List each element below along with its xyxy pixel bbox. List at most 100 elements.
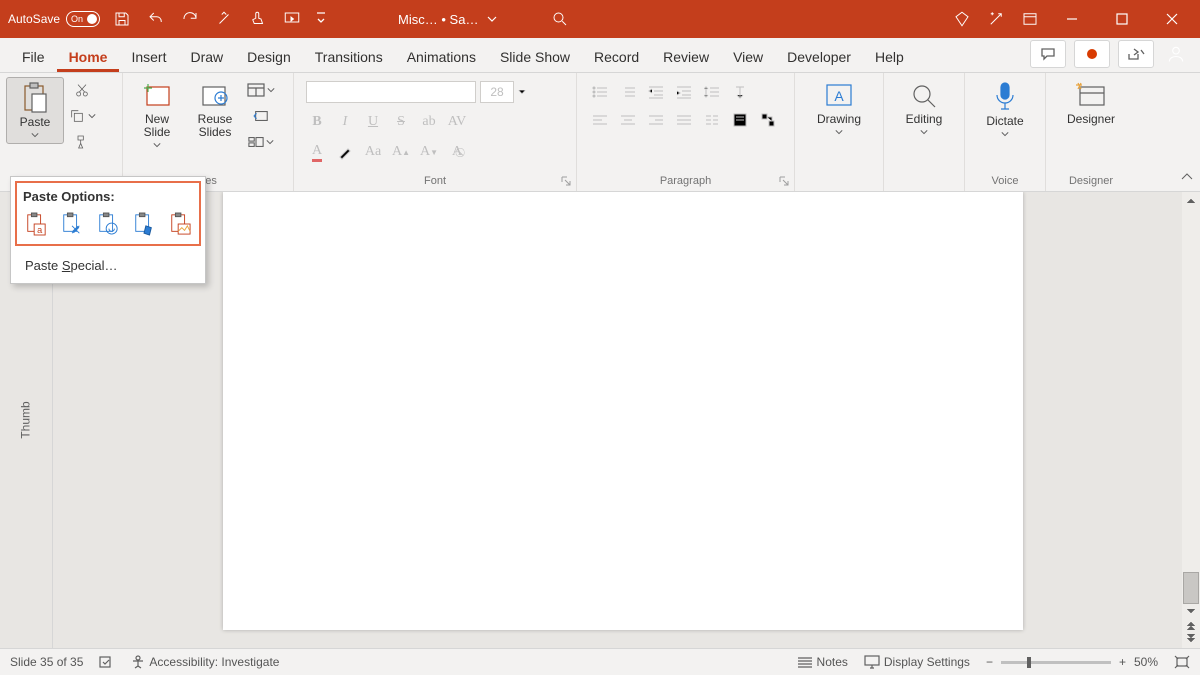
line-spacing-icon[interactable]	[701, 81, 723, 103]
undo-icon[interactable]	[144, 7, 168, 31]
paste-button[interactable]: Paste	[6, 77, 64, 144]
highlight-icon[interactable]	[334, 141, 356, 163]
dictate-button[interactable]: Dictate	[977, 77, 1033, 142]
paste-special-item[interactable]: Paste Special…	[11, 250, 205, 281]
tab-developer[interactable]: Developer	[775, 41, 863, 72]
numbering-icon[interactable]	[617, 81, 639, 103]
drawing-button[interactable]: A Drawing	[811, 77, 867, 140]
tab-insert[interactable]: Insert	[119, 41, 178, 72]
smartart-icon[interactable]	[757, 109, 779, 131]
autosave-switch[interactable]: On	[66, 11, 100, 27]
tab-view[interactable]: View	[721, 41, 775, 72]
next-slide-icon[interactable]	[1184, 632, 1198, 646]
present-icon[interactable]	[280, 7, 304, 31]
display-settings-button[interactable]: Display Settings	[864, 655, 970, 669]
redo-icon[interactable]	[178, 7, 202, 31]
indent-left-icon[interactable]	[645, 81, 667, 103]
slide-counter[interactable]: Slide 35 of 35	[10, 655, 83, 669]
underline-icon[interactable]: U	[362, 111, 384, 133]
share-button[interactable]	[1118, 40, 1154, 68]
magic-icon[interactable]	[984, 7, 1008, 31]
designer-button[interactable]: Designer	[1063, 77, 1119, 130]
tab-transitions[interactable]: Transitions	[303, 41, 395, 72]
dialog-launcher-icon[interactable]	[778, 175, 790, 187]
tab-record[interactable]: Record	[582, 41, 651, 72]
zoom-slider[interactable]	[1001, 661, 1111, 664]
diamond-icon[interactable]	[950, 7, 974, 31]
zoom-control[interactable]: − + 50%	[986, 655, 1158, 669]
fit-slide-icon[interactable]	[1174, 655, 1190, 669]
slide-canvas[interactable]	[223, 192, 1023, 630]
section-icon[interactable]	[247, 131, 275, 153]
prev-slide-icon[interactable]	[1184, 618, 1198, 632]
paste-keep-source-icon[interactable]: a	[25, 212, 47, 236]
comments-button[interactable]	[1030, 40, 1066, 68]
strike-icon[interactable]: S	[390, 111, 412, 133]
align-right-icon[interactable]	[645, 109, 667, 131]
indent-right-icon[interactable]	[673, 81, 695, 103]
scroll-down-icon[interactable]	[1184, 604, 1198, 618]
tab-animations[interactable]: Animations	[395, 41, 488, 72]
scrollbar-thumb[interactable]	[1183, 572, 1199, 604]
change-case-icon[interactable]: Aa	[362, 141, 384, 163]
qat-more-icon[interactable]	[314, 7, 328, 31]
reset-icon[interactable]	[247, 105, 275, 127]
char-spacing-icon[interactable]: AV	[446, 111, 468, 133]
autosave-toggle[interactable]: AutoSave On	[8, 11, 100, 27]
font-size-input[interactable]	[480, 81, 514, 103]
cut-icon[interactable]	[68, 79, 96, 101]
spellcheck-icon[interactable]	[99, 655, 115, 669]
tab-draw[interactable]: Draw	[178, 41, 235, 72]
maximize-button[interactable]	[1102, 0, 1142, 38]
columns-icon[interactable]	[701, 109, 723, 131]
layout-icon[interactable]	[247, 79, 275, 101]
accessibility-status[interactable]: Accessibility: Investigate	[131, 655, 279, 669]
document-title[interactable]: Misc… • Sa…	[398, 12, 498, 27]
tab-home[interactable]: Home	[57, 41, 120, 72]
tab-help[interactable]: Help	[863, 41, 916, 72]
tab-slideshow[interactable]: Slide Show	[488, 41, 582, 72]
ribbon-mode-icon[interactable]	[1018, 7, 1042, 31]
zoom-out-icon[interactable]: −	[986, 655, 993, 669]
italic-icon[interactable]: I	[334, 111, 356, 133]
format-painter-icon[interactable]	[68, 131, 96, 153]
copy-icon[interactable]	[68, 105, 96, 127]
zoom-in-icon[interactable]: +	[1119, 655, 1126, 669]
notes-button[interactable]: Notes	[797, 655, 848, 669]
new-slide-button[interactable]: New Slide	[129, 77, 185, 153]
collapse-ribbon-icon[interactable]	[1180, 170, 1194, 187]
close-button[interactable]	[1152, 0, 1192, 38]
align-text-icon[interactable]	[729, 109, 751, 131]
zoom-level[interactable]: 50%	[1134, 655, 1158, 669]
account-icon[interactable]	[1162, 42, 1190, 66]
bold-icon[interactable]: B	[306, 111, 328, 133]
reuse-slides-button[interactable]: Reuse Slides	[187, 77, 243, 143]
paste-use-dest-icon[interactable]	[61, 212, 83, 236]
editing-button[interactable]: Editing	[896, 77, 952, 140]
align-left-icon[interactable]	[589, 109, 611, 131]
shadow-icon[interactable]: ab	[418, 111, 440, 133]
grow-font-icon[interactable]: A▲	[390, 141, 412, 163]
scroll-up-icon[interactable]	[1184, 194, 1198, 208]
save-icon[interactable]	[110, 7, 134, 31]
touch-mode-icon[interactable]	[246, 7, 270, 31]
paste-as-picture-icon[interactable]	[169, 212, 191, 236]
paste-picture-icon[interactable]	[97, 212, 119, 236]
recording-button[interactable]	[1074, 40, 1110, 68]
font-color-icon[interactable]: A	[306, 141, 328, 163]
text-direction-icon[interactable]	[729, 81, 751, 103]
paste-embed-icon[interactable]	[133, 212, 155, 236]
vertical-scrollbar[interactable]	[1182, 192, 1200, 648]
align-center-icon[interactable]	[617, 109, 639, 131]
clear-format-icon[interactable]: A⃠	[446, 141, 468, 163]
font-family-input[interactable]	[306, 81, 476, 103]
bullets-icon[interactable]	[589, 81, 611, 103]
shrink-font-icon[interactable]: A▼	[418, 141, 440, 163]
tab-file[interactable]: File	[10, 41, 57, 72]
quick-tool-icon[interactable]	[212, 7, 236, 31]
search-icon[interactable]	[548, 7, 572, 31]
minimize-button[interactable]	[1052, 0, 1092, 38]
tab-review[interactable]: Review	[651, 41, 721, 72]
dialog-launcher-icon[interactable]	[560, 175, 572, 187]
justify-icon[interactable]	[673, 109, 695, 131]
